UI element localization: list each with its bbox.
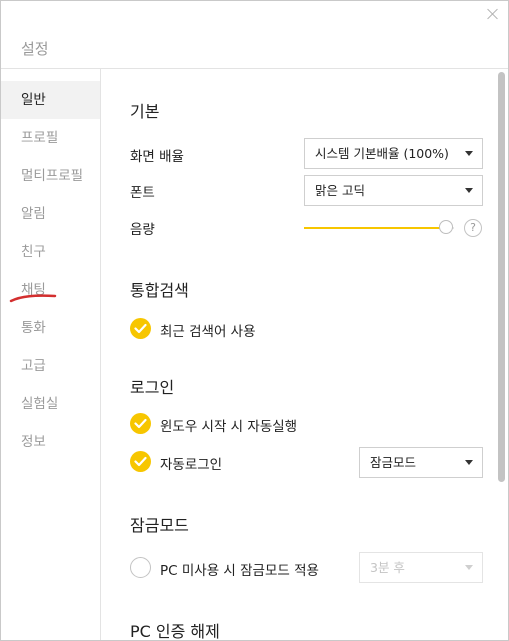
unchecked-circle-icon bbox=[130, 557, 151, 578]
settings-window: 설정 일반 프로필 멀티프로필 알림 친구 채팅 통화 고급 실험실 정보 기본… bbox=[0, 0, 509, 641]
sidebar-item-notifications[interactable]: 알림 bbox=[1, 195, 100, 233]
section-title-lock: 잠금모드 bbox=[130, 516, 189, 535]
chevron-down-icon bbox=[465, 151, 473, 156]
volume-slider[interactable] bbox=[304, 220, 454, 236]
sidebar-item-friends[interactable]: 친구 bbox=[1, 233, 100, 271]
section-title-search: 통합검색 bbox=[130, 281, 189, 300]
volume-label: 음량 bbox=[130, 222, 155, 238]
chevron-down-icon bbox=[465, 565, 473, 570]
autostart-label: 윈도우 시작 시 자동실행 bbox=[160, 419, 298, 435]
sidebar-item-info[interactable]: 정보 bbox=[1, 423, 100, 461]
slider-thumb[interactable] bbox=[439, 220, 453, 234]
recent-search-label: 최근 검색어 사용 bbox=[160, 324, 256, 340]
section-title-basic: 기본 bbox=[130, 102, 160, 121]
slider-fill bbox=[304, 227, 446, 229]
check-icon bbox=[130, 318, 151, 339]
idle-lock-label: PC 미사용 시 잠금모드 적용 bbox=[160, 563, 319, 579]
chevron-down-icon bbox=[465, 460, 473, 465]
idle-lock-value: 3분 후 bbox=[370, 560, 405, 575]
scale-select[interactable]: 시스템 기본배율 (100%) bbox=[304, 138, 483, 169]
sidebar: 일반 프로필 멀티프로필 알림 친구 채팅 통화 고급 실험실 정보 bbox=[1, 69, 101, 640]
autologin-mode-select[interactable]: 잠금모드 bbox=[359, 447, 483, 478]
sidebar-item-profile[interactable]: 프로필 bbox=[1, 119, 100, 157]
red-underline-annotation bbox=[9, 294, 57, 303]
section-title-pc-auth: PC 인증 해제 bbox=[130, 622, 220, 641]
scale-value: 시스템 기본배율 (100%) bbox=[315, 146, 449, 161]
idle-lock-checkbox[interactable]: PC 미사용 시 잠금모드 적용 bbox=[130, 557, 340, 579]
autologin-mode-value: 잠금모드 bbox=[370, 455, 417, 470]
sidebar-item-multiprofile[interactable]: 멀티프로필 bbox=[1, 157, 100, 195]
chevron-down-icon bbox=[465, 188, 473, 193]
settings-content: 기본 화면 배율 시스템 기본배율 (100%) 폰트 맑은 고딕 음량 ? 통… bbox=[102, 69, 508, 641]
sidebar-item-labs[interactable]: 실험실 bbox=[1, 385, 100, 423]
font-label: 폰트 bbox=[130, 185, 155, 201]
autologin-checkbox[interactable]: 자동로그인 bbox=[130, 451, 280, 473]
idle-lock-select: 3분 후 bbox=[359, 552, 483, 583]
font-select[interactable]: 맑은 고딕 bbox=[304, 175, 483, 206]
autostart-checkbox[interactable]: 윈도우 시작 시 자동실행 bbox=[130, 413, 330, 435]
sidebar-item-advanced[interactable]: 고급 bbox=[1, 347, 100, 385]
font-value: 맑은 고딕 bbox=[315, 183, 365, 198]
close-icon[interactable] bbox=[486, 7, 500, 21]
sidebar-item-call[interactable]: 통화 bbox=[1, 309, 100, 347]
section-title-login: 로그인 bbox=[130, 378, 175, 397]
scale-label: 화면 배율 bbox=[130, 149, 184, 165]
scrollbar[interactable] bbox=[498, 72, 505, 482]
check-icon bbox=[130, 413, 151, 434]
autologin-label: 자동로그인 bbox=[160, 457, 223, 473]
help-icon[interactable]: ? bbox=[464, 219, 482, 237]
recent-search-checkbox[interactable]: 최근 검색어 사용 bbox=[130, 318, 310, 340]
sidebar-item-general[interactable]: 일반 bbox=[1, 81, 100, 119]
window-title: 설정 bbox=[21, 40, 49, 58]
check-icon bbox=[130, 451, 151, 472]
